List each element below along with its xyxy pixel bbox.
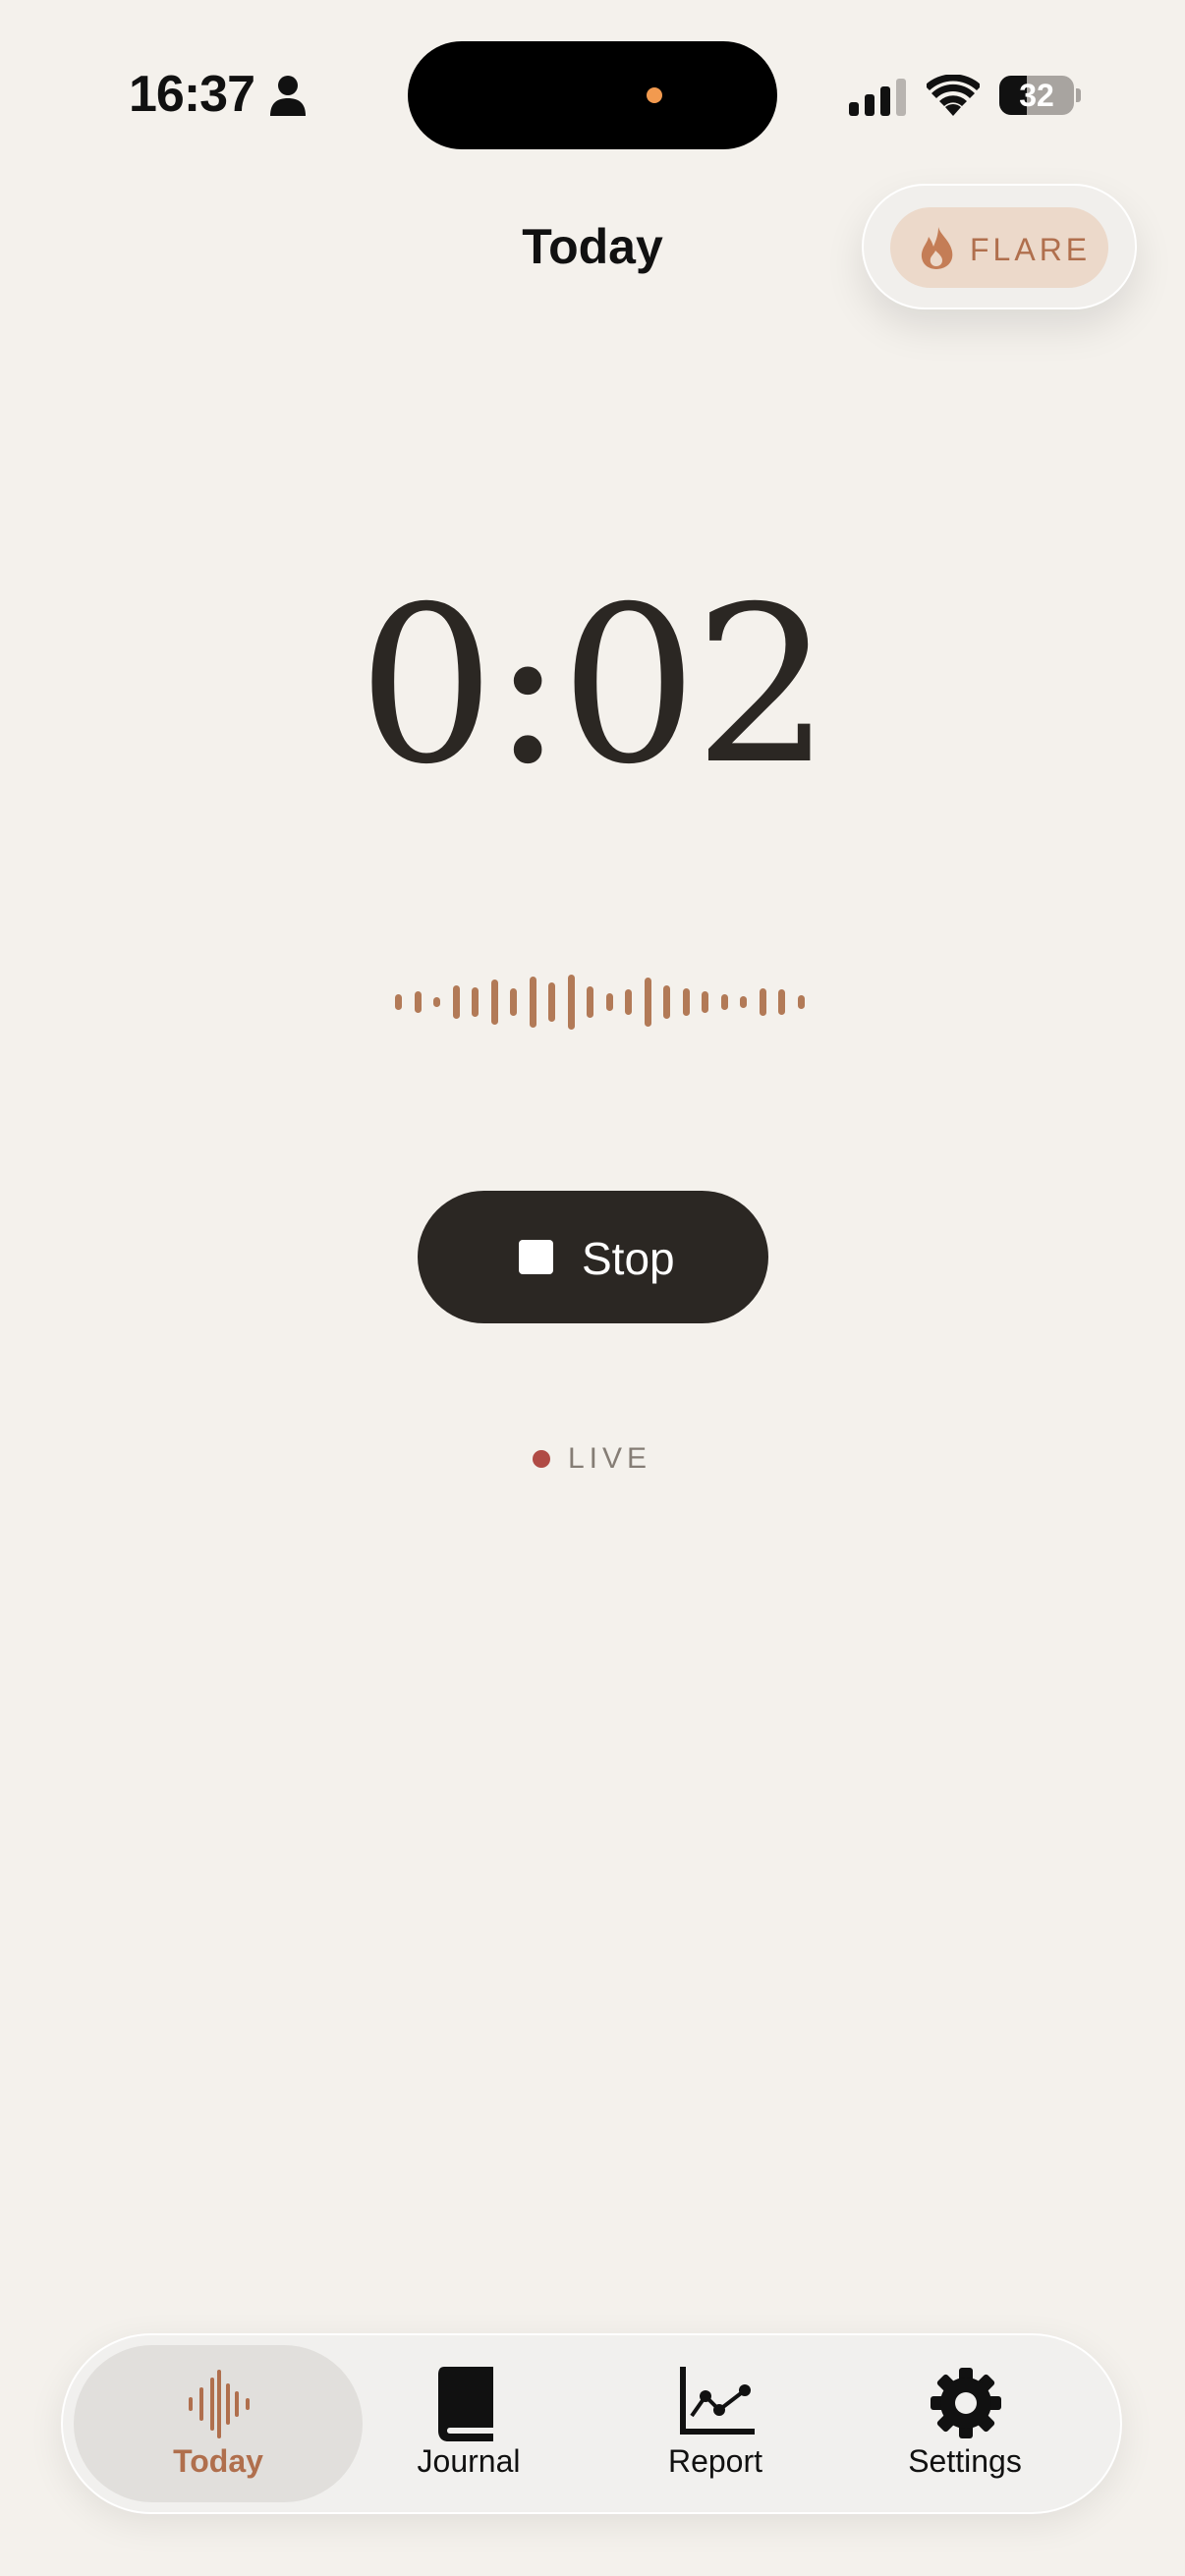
waveform-bar — [605, 993, 613, 1011]
tab-today[interactable]: Today — [74, 2345, 363, 2502]
status-time: 16:37 — [129, 66, 255, 123]
book-icon — [438, 2367, 493, 2441]
live-indicator-dot — [533, 1450, 550, 1468]
dynamic-island — [408, 41, 777, 149]
tab-report[interactable]: Report — [629, 2345, 802, 2502]
tab-label: Settings — [908, 2443, 1022, 2479]
cellular-signal-icon — [849, 79, 906, 116]
waveform-bar — [548, 982, 555, 1022]
waveform-bar — [510, 988, 517, 1016]
live-status: LIVE — [568, 1442, 652, 1475]
battery-indicator: 32 — [999, 76, 1074, 115]
waveform-bar — [720, 994, 728, 1010]
waveform-bar — [682, 988, 690, 1016]
waveform-bar — [644, 978, 651, 1027]
waveform-bar — [529, 977, 536, 1028]
waveform-bar — [759, 988, 766, 1016]
waveform-bar — [414, 991, 422, 1013]
waveform-bar — [625, 989, 632, 1015]
waveform-bar — [490, 980, 498, 1025]
waveform-bar — [433, 997, 440, 1007]
battery-percent: 32 — [1019, 78, 1054, 113]
tab-settings[interactable]: Settings — [876, 2345, 1053, 2502]
waveform-bar — [472, 987, 479, 1017]
waveform-bar — [587, 986, 593, 1018]
audio-waveform — [391, 973, 805, 1032]
flame-icon — [921, 227, 953, 269]
flare-label: FLARE — [970, 232, 1092, 267]
waveform-bar — [395, 994, 402, 1010]
wifi-icon — [927, 75, 980, 116]
waveform-icon — [189, 2370, 250, 2438]
waveform-bar — [740, 996, 747, 1008]
stop-icon — [519, 1240, 553, 1274]
tab-label: Report — [667, 2443, 763, 2479]
gear-icon — [931, 2368, 1001, 2438]
waveform-bar — [797, 995, 805, 1009]
waveform-bar — [663, 985, 670, 1019]
recording-indicator-dot — [647, 87, 662, 103]
tab-label: Journal — [417, 2443, 521, 2479]
waveform-bar — [452, 985, 460, 1019]
battery-cap — [1076, 88, 1081, 102]
person-icon — [270, 76, 306, 116]
waveform-bar — [567, 975, 575, 1030]
line-chart-icon — [680, 2367, 755, 2435]
waveform-bar — [702, 991, 708, 1013]
elapsed-timer: 0:02 — [357, 560, 831, 812]
stop-label: Stop — [582, 1233, 675, 1284]
waveform-bar — [778, 989, 785, 1015]
tab-journal[interactable]: Journal — [383, 2345, 554, 2502]
tab-label: Today — [173, 2443, 263, 2479]
